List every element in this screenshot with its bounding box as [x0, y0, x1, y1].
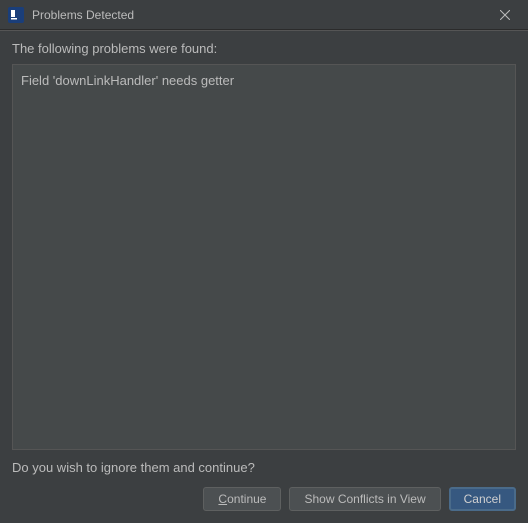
cancel-button[interactable]: Cancel [449, 487, 516, 511]
app-icon [8, 7, 24, 23]
title-bar: Problems Detected [0, 0, 528, 30]
continue-button[interactable]: Continue [203, 487, 281, 511]
show-conflicts-button[interactable]: Show Conflicts in View [289, 487, 440, 511]
close-icon [500, 10, 510, 20]
problems-list[interactable]: Field 'downLinkHandler' needs getter [12, 64, 516, 450]
close-button[interactable] [490, 0, 520, 30]
problem-item: Field 'downLinkHandler' needs getter [21, 71, 507, 90]
button-bar: Continue Show Conflicts in View Cancel [12, 487, 516, 523]
dialog-content: The following problems were found: Field… [0, 30, 528, 523]
intro-label: The following problems were found: [12, 41, 516, 56]
confirm-label: Do you wish to ignore them and continue? [12, 460, 516, 475]
dialog-title: Problems Detected [32, 8, 490, 22]
